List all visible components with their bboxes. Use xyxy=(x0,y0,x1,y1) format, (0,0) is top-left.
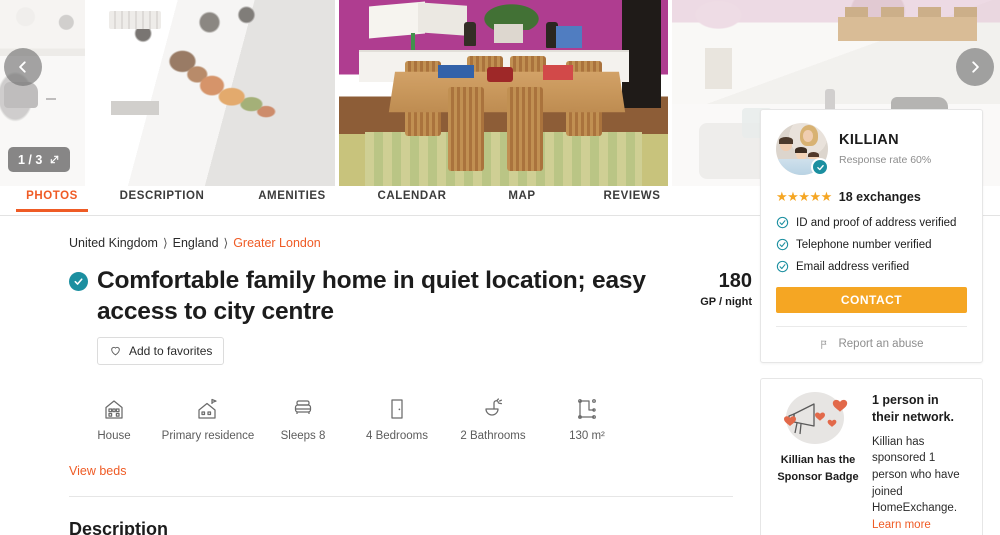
sponsor-badge-caption: Killian has the Sponsor Badge xyxy=(777,454,859,483)
amenity-sleeps-label: Sleeps 8 xyxy=(280,429,326,442)
breadcrumb-item-country[interactable]: United Kingdom xyxy=(69,236,158,250)
listing-page: 1 / 3 PHOTOS DESCRIPTION AMENITIES CALEN… xyxy=(0,0,1000,535)
verification-email: Email address verified xyxy=(776,260,967,273)
network-card: Killian has the Sponsor Badge 1 person i… xyxy=(760,378,983,535)
sponsor-badge: Killian has the Sponsor Badge xyxy=(775,392,861,534)
host-card-divider xyxy=(776,326,967,327)
verification-email-label: Email address verified xyxy=(796,260,910,273)
breadcrumb: United Kingdom ⟩ England ⟩ Greater Londo… xyxy=(69,236,752,250)
check-circle-icon xyxy=(811,158,829,176)
tab-photos-label: PHOTOS xyxy=(26,190,78,202)
amenity-sleeps: Sleeps 8 xyxy=(257,393,349,445)
heart-icon xyxy=(111,347,120,356)
page-title: Comfortable family home in quiet locatio… xyxy=(97,267,646,325)
gallery-counter-label: 1 / 3 xyxy=(18,152,43,167)
amenity-house: House xyxy=(69,393,159,445)
amenity-house-label: House xyxy=(97,429,131,442)
host-card: KILLIAN Response rate 60% ★★★★★ 18 excha… xyxy=(760,109,983,363)
report-abuse-link[interactable]: Report an abuse xyxy=(776,338,967,350)
price-unit: GP / night xyxy=(700,296,752,308)
amenity-bedrooms-label: 4 Bedrooms xyxy=(365,429,428,442)
section-divider xyxy=(69,496,733,498)
tab-reviews[interactable]: REVIEWS xyxy=(572,190,692,211)
contact-button[interactable]: CONTACT xyxy=(776,287,967,313)
report-abuse-label: Report an abuse xyxy=(838,338,924,350)
amenity-bedrooms: 4 Bedrooms xyxy=(349,393,445,445)
check-circle-icon xyxy=(69,272,88,291)
photo-3-overlay xyxy=(339,0,668,186)
breadcrumb-separator: ⟩ xyxy=(162,236,168,250)
host-exchanges-count: 18 exchanges xyxy=(838,190,921,204)
network-body: Killian has sponsored 1 person who have … xyxy=(872,434,968,534)
network-body-text: Killian has sponsored 1 person who have … xyxy=(872,435,960,515)
tab-map[interactable]: MAP xyxy=(472,190,572,211)
gallery-photo-3[interactable] xyxy=(339,0,668,186)
network-info: 1 person in their network. Killian has s… xyxy=(872,392,968,534)
house-icon xyxy=(69,393,159,421)
star-rating-icon: ★★★★★ xyxy=(776,189,832,204)
photo-2-overlay xyxy=(89,0,335,186)
view-beds-link[interactable]: View beds xyxy=(69,464,752,478)
add-to-favorites-label: Add to favorites xyxy=(129,343,213,358)
expand-icon xyxy=(51,155,59,164)
tab-description[interactable]: DESCRIPTION xyxy=(92,190,232,211)
amenities-row: House Primary residence Sleeps 8 4 Bedro… xyxy=(69,393,752,445)
tab-calendar[interactable]: CALENDAR xyxy=(352,190,472,211)
shower-icon xyxy=(445,393,541,421)
title-left: Comfortable family home in quiet locatio… xyxy=(69,266,674,328)
breadcrumb-item-region[interactable]: England xyxy=(173,236,219,250)
verification-id-label: ID and proof of address verified xyxy=(796,216,957,229)
amenity-bathrooms-label: 2 Bathrooms xyxy=(460,429,526,442)
gallery-counter[interactable]: 1 / 3 xyxy=(8,147,71,172)
amenity-bathrooms: 2 Bathrooms xyxy=(445,393,541,445)
amenity-primary-residence-label: Primary residence xyxy=(161,429,255,442)
host-header: KILLIAN Response rate 60% xyxy=(776,123,967,176)
chevron-right-icon xyxy=(972,61,979,73)
check-circle-outline-icon xyxy=(776,260,789,273)
network-title: 1 person in their network. xyxy=(872,393,954,424)
host-verifications: ID and proof of address verified Telepho… xyxy=(776,216,967,273)
host-response-rate: Response rate 60% xyxy=(839,154,932,166)
description-heading: Description xyxy=(69,519,169,535)
avatar[interactable] xyxy=(776,123,829,176)
check-circle-outline-icon xyxy=(776,216,789,229)
tab-amenities[interactable]: AMENITIES xyxy=(232,190,352,211)
title-row: Comfortable family home in quiet locatio… xyxy=(69,266,752,328)
door-icon xyxy=(349,393,445,421)
tab-map-label: MAP xyxy=(508,190,536,202)
breadcrumb-separator: ⟩ xyxy=(223,236,229,250)
megaphone-hearts-icon xyxy=(780,392,856,446)
amenity-area: 130 m² xyxy=(541,393,633,445)
verification-id: ID and proof of address verified xyxy=(776,216,967,229)
primary-residence-icon xyxy=(159,393,257,421)
add-to-favorites-button[interactable]: Add to favorites xyxy=(97,336,225,365)
tab-amenities-label: AMENITIES xyxy=(258,190,326,202)
gallery-next-button[interactable] xyxy=(956,48,994,86)
chevron-left-icon xyxy=(19,61,26,73)
host-identity: KILLIAN Response rate 60% xyxy=(839,132,931,166)
tab-reviews-label: REVIEWS xyxy=(603,190,661,202)
verification-phone: Telephone number verified xyxy=(776,238,967,251)
verification-phone-label: Telephone number verified xyxy=(796,238,932,251)
gallery-prev-button[interactable] xyxy=(4,48,42,86)
host-name: KILLIAN xyxy=(839,132,899,148)
breadcrumb-item-city[interactable]: Greater London xyxy=(233,236,321,250)
check-circle-outline-icon xyxy=(776,238,789,251)
tab-photos[interactable]: PHOTOS xyxy=(12,190,92,212)
price-amount: 180 xyxy=(718,270,752,292)
amenity-area-label: 130 m² xyxy=(569,429,605,442)
tab-calendar-label: CALENDAR xyxy=(377,190,447,202)
price-block: 180 GP / night xyxy=(674,266,752,328)
gallery-photo-2[interactable] xyxy=(89,0,335,186)
amenity-primary-residence: Primary residence xyxy=(159,393,257,445)
flag-icon xyxy=(821,339,827,349)
main-content: United Kingdom ⟩ England ⟩ Greater Londo… xyxy=(0,216,752,535)
learn-more-link[interactable]: Learn more xyxy=(872,519,931,531)
bed-icon xyxy=(257,393,349,421)
tab-description-label: DESCRIPTION xyxy=(119,190,205,202)
host-rating-row: ★★★★★ 18 exchanges xyxy=(776,189,967,205)
area-icon xyxy=(541,393,633,421)
